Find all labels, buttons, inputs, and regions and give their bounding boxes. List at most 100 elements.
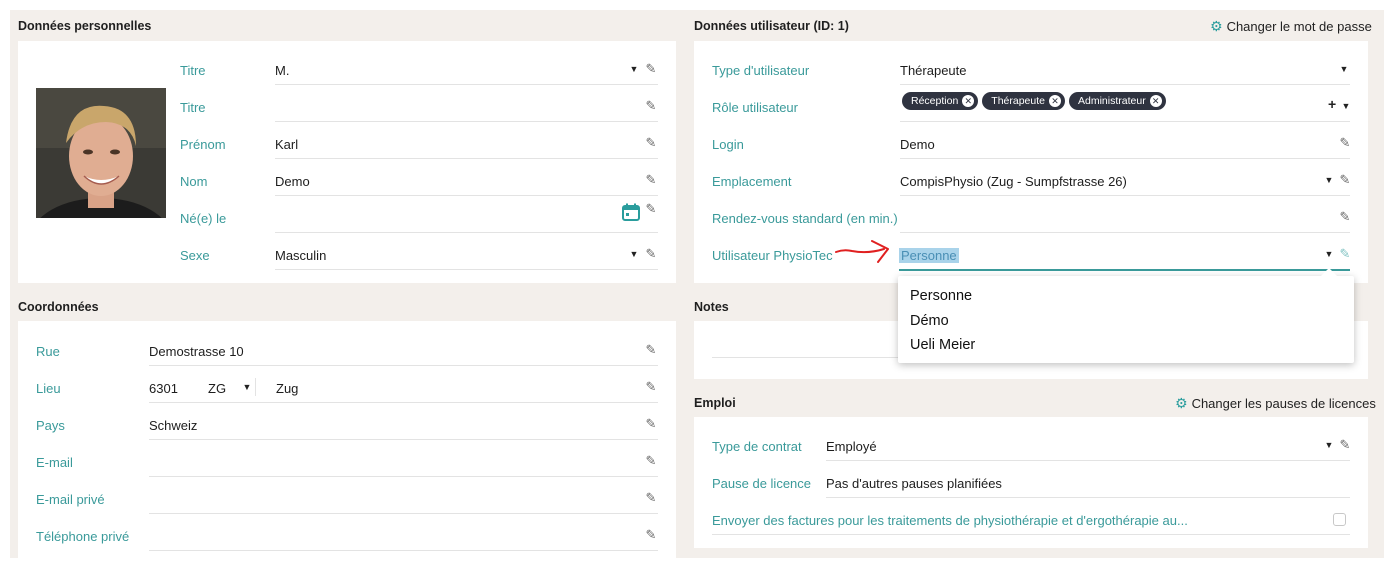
pencil-icon[interactable]: ✎ xyxy=(644,343,658,357)
personal-row-gender[interactable]: Sexe Masculin ▼ ✎ xyxy=(180,233,658,270)
dropdown-option[interactable]: Personne xyxy=(910,288,972,304)
personal-row-firstname[interactable]: Prénom Karl ✎ xyxy=(180,122,658,159)
pencil-icon[interactable]: ✎ xyxy=(1338,210,1352,224)
physiotec-select[interactable]: Personne xyxy=(899,248,959,263)
city-field[interactable]: Zug xyxy=(276,381,298,396)
field-label: E-mail xyxy=(36,455,73,470)
annotation-arrow xyxy=(835,240,889,263)
dropdown-option[interactable]: Ueli Meier xyxy=(910,337,975,353)
field-label: Emplacement xyxy=(712,174,792,189)
field-value[interactable]: M. xyxy=(275,63,289,78)
caret-down-icon[interactable]: ▼ xyxy=(242,380,252,394)
field-label: Utilisateur PhysioTec xyxy=(712,248,833,263)
caret-down-icon[interactable]: ▼ xyxy=(1324,173,1334,187)
employment-title: Emploi xyxy=(694,396,736,410)
contact-row-private-email[interactable]: E-mail privé ✎ xyxy=(36,477,658,514)
invoice-checkbox[interactable] xyxy=(1333,513,1346,526)
caret-down-icon[interactable]: ▼ xyxy=(1339,62,1349,76)
change-license-pauses-link[interactable]: ⚙ Changer les pauses de licences xyxy=(1175,395,1376,412)
pencil-icon[interactable]: ✎ xyxy=(644,417,658,431)
close-icon[interactable]: ✕ xyxy=(1149,95,1162,107)
pencil-icon[interactable]: ✎ xyxy=(1338,438,1352,452)
field-value[interactable]: Demostrasse 10 xyxy=(149,344,244,359)
user-row-role[interactable]: Rôle utilisateur Réception ✕ Thérapeute ✕ Ad… xyxy=(712,85,1352,122)
field-label: Lieu xyxy=(36,381,61,396)
field-label: Rendez-vous standard (en min.) xyxy=(712,211,898,226)
gear-icon: ⚙ xyxy=(1210,18,1223,34)
pencil-icon[interactable]: ✎ xyxy=(644,528,658,542)
dropdown-pointer xyxy=(1320,268,1338,277)
caret-down-icon[interactable]: ▼ xyxy=(1341,99,1351,113)
caret-down-icon[interactable]: ▼ xyxy=(629,247,639,261)
close-icon[interactable]: ✕ xyxy=(1049,95,1061,107)
field-label: Titre xyxy=(180,100,206,115)
field-label: Rôle utilisateur xyxy=(712,100,798,115)
user-row-appointment[interactable]: Rendez-vous standard (en min.) ✎ xyxy=(712,196,1352,233)
pencil-icon[interactable]: ✎ xyxy=(1338,136,1352,150)
plus-icon[interactable]: + xyxy=(1328,96,1336,112)
pencil-icon[interactable]: ✎ xyxy=(644,173,658,187)
caret-down-icon[interactable]: ▼ xyxy=(1324,438,1334,452)
physiotec-dropdown: Personne Démo Ueli Meier xyxy=(898,268,1354,363)
field-label: Nom xyxy=(180,174,208,189)
contact-row-country[interactable]: Pays Schweiz ✎ xyxy=(36,403,658,440)
personal-data-title: Données personnelles xyxy=(18,19,152,33)
employment-row-pause[interactable]: Pause de licence Pas d'autres pauses pla… xyxy=(712,461,1352,498)
pencil-icon[interactable]: ✎ xyxy=(644,62,658,76)
field-value[interactable]: Employé xyxy=(826,439,877,454)
field-label: Type d'utilisateur xyxy=(712,63,810,78)
notes-title: Notes xyxy=(694,300,729,314)
role-chip[interactable]: Réception ✕ xyxy=(902,92,979,110)
field-label: Né(e) le xyxy=(180,211,227,226)
role-chips: Réception ✕ Thérapeute ✕ Administrateur ✕ xyxy=(902,92,1170,110)
role-chip[interactable]: Thérapeute ✕ xyxy=(982,92,1065,110)
canton-select[interactable]: ZG xyxy=(208,381,226,396)
user-row-login[interactable]: Login Demo ✎ xyxy=(712,122,1352,159)
field-label: Sexe xyxy=(180,248,210,263)
field-label: Type de contrat xyxy=(712,439,802,454)
field-label: Login xyxy=(712,137,744,152)
contact-row-place[interactable]: Lieu 6301 ZG ▼ Zug ✎ xyxy=(36,366,658,403)
pencil-icon[interactable]: ✎ xyxy=(644,202,658,216)
employment-row-invoices[interactable]: Envoyer des factures pour les traitement… xyxy=(712,498,1352,535)
field-value[interactable]: Schweiz xyxy=(149,418,197,433)
pencil-icon[interactable]: ✎ xyxy=(644,136,658,150)
pencil-icon[interactable]: ✎ xyxy=(1338,247,1352,261)
field-value[interactable]: Demo xyxy=(900,137,935,152)
field-value[interactable]: Demo xyxy=(275,174,310,189)
field-value[interactable]: Masculin xyxy=(275,248,326,263)
pencil-icon[interactable]: ✎ xyxy=(1338,173,1352,187)
user-row-type[interactable]: Type d'utilisateur Thérapeute ▼ xyxy=(712,48,1352,85)
pencil-icon[interactable]: ✎ xyxy=(644,454,658,468)
pencil-icon[interactable]: ✎ xyxy=(644,99,658,113)
user-data-title: Données utilisateur (ID: 1) xyxy=(694,19,849,33)
personal-row-title2[interactable]: Titre ✎ xyxy=(180,85,658,122)
pencil-icon[interactable]: ✎ xyxy=(644,491,658,505)
caret-down-icon[interactable]: ▼ xyxy=(629,62,639,76)
field-value[interactable]: CompisPhysio (Zug - Sumpfstrasse 26) xyxy=(900,174,1127,189)
personal-row-lastname[interactable]: Nom Demo ✎ xyxy=(180,159,658,196)
employment-row-contract[interactable]: Type de contrat Employé ▼ ✎ xyxy=(712,424,1352,461)
caret-down-icon[interactable]: ▼ xyxy=(1324,247,1334,261)
dropdown-option[interactable]: Démo xyxy=(910,313,949,329)
field-value[interactable]: Karl xyxy=(275,137,298,152)
field-value[interactable]: Thérapeute xyxy=(900,63,967,78)
contact-row-private-phone[interactable]: Téléphone privé ✎ xyxy=(36,514,658,551)
notes-underline xyxy=(712,357,900,358)
pencil-icon[interactable]: ✎ xyxy=(644,247,658,261)
close-icon[interactable]: ✕ xyxy=(962,95,975,107)
change-password-label: Changer le mot de passe xyxy=(1226,19,1372,34)
change-password-link[interactable]: ⚙ Changer le mot de passe xyxy=(1210,18,1372,35)
contact-row-street[interactable]: Rue Demostrasse 10 ✎ xyxy=(36,329,658,366)
field-label: Pause de licence xyxy=(712,476,812,491)
calendar-icon[interactable] xyxy=(622,203,640,224)
personal-row-title[interactable]: Titre M. ▼ ✎ xyxy=(180,48,658,85)
zip-field[interactable]: 6301 xyxy=(149,381,178,396)
gear-icon: ⚙ xyxy=(1175,395,1188,411)
role-chip[interactable]: Administrateur ✕ xyxy=(1069,92,1166,110)
user-row-location[interactable]: Emplacement CompisPhysio (Zug - Sumpfstr… xyxy=(712,159,1352,196)
user-row-physiotec[interactable]: Utilisateur PhysioTec Personne ▼ ✎ xyxy=(712,233,1352,271)
contact-row-email[interactable]: E-mail ✎ xyxy=(36,440,658,477)
pencil-icon[interactable]: ✎ xyxy=(644,380,658,394)
personal-row-birthdate[interactable]: Né(e) le ✎ xyxy=(180,196,658,233)
